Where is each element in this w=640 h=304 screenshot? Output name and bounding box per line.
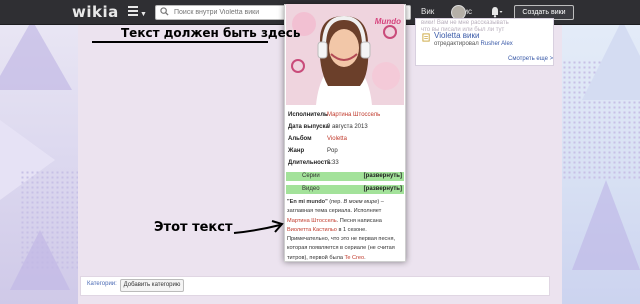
infobox-value-release-date: 9 августа 2013 <box>327 124 368 130</box>
character-link[interactable]: Виолетта Кастильо <box>287 227 337 233</box>
infobox-value-genre: Pop <box>327 148 338 154</box>
infobox-label-release-date: Дата выпуска <box>288 124 329 130</box>
infobox-value-duration: 3:33 <box>327 160 339 166</box>
first-song-link[interactable]: Te Creo <box>345 255 365 261</box>
search-icon <box>160 7 169 16</box>
image-title-tag: Mundo <box>374 17 401 26</box>
infobox-label-album: Альбом <box>288 136 312 142</box>
collapsible-episodes-label: Серии <box>302 173 320 179</box>
expand-videos-link[interactable]: [развернуть] <box>364 186 402 192</box>
add-category-button[interactable]: Добавить категорию <box>120 279 184 292</box>
collapsible-videos-label: Видео <box>302 186 320 192</box>
annotation-text-bottom: Этот текст <box>154 220 233 235</box>
infobox-label-duration: Длительность <box>288 160 331 166</box>
hamburger-icon <box>128 6 138 8</box>
expand-episodes-link[interactable]: [развернуть] <box>364 173 402 179</box>
categories-label: Категории: <box>87 281 117 287</box>
left-background-decoration <box>0 20 78 304</box>
singer-link[interactable]: Мартина Штоссель <box>287 218 337 224</box>
annotation-text-top: Текст должен быть здесь <box>121 26 301 40</box>
collapsible-videos: Видео [развернуть] <box>286 185 404 194</box>
rail-intro-line: вики! Вам не мне рассказывать <box>421 20 509 26</box>
right-background-decoration <box>562 20 640 304</box>
annotation-underline <box>92 41 268 43</box>
infobox-label-genre: Жанр <box>288 148 305 154</box>
chevron-down-icon: ▼ <box>140 11 147 18</box>
page-edit-icon <box>422 33 430 42</box>
activity-user-link[interactable]: Rusher Alex <box>480 41 512 47</box>
infobox-value-artist[interactable]: Мартина Штоссель <box>327 112 380 118</box>
infobox-value-album[interactable]: Violetta <box>327 136 347 142</box>
annotation-arrow-icon <box>233 220 284 234</box>
collapsible-episodes: Серии [развернуть] <box>286 172 404 181</box>
menu-button[interactable]: ▼ <box>128 6 148 20</box>
notifications-bell-icon[interactable] <box>489 6 503 18</box>
activity-wiki-link[interactable]: Violetta вики <box>434 31 479 40</box>
see-more-link[interactable]: Смотреть еще > <box>508 56 553 62</box>
infobox-label-artist: Исполнитель <box>288 112 328 118</box>
wikia-logo[interactable]: wikia <box>72 3 119 21</box>
activity-edit-note: отредактировал Rusher Alex <box>434 41 513 47</box>
song-description: "En mi mundo" (пер. В моем мире) – загла… <box>287 199 396 261</box>
infobox-image: Mundo <box>286 4 404 105</box>
